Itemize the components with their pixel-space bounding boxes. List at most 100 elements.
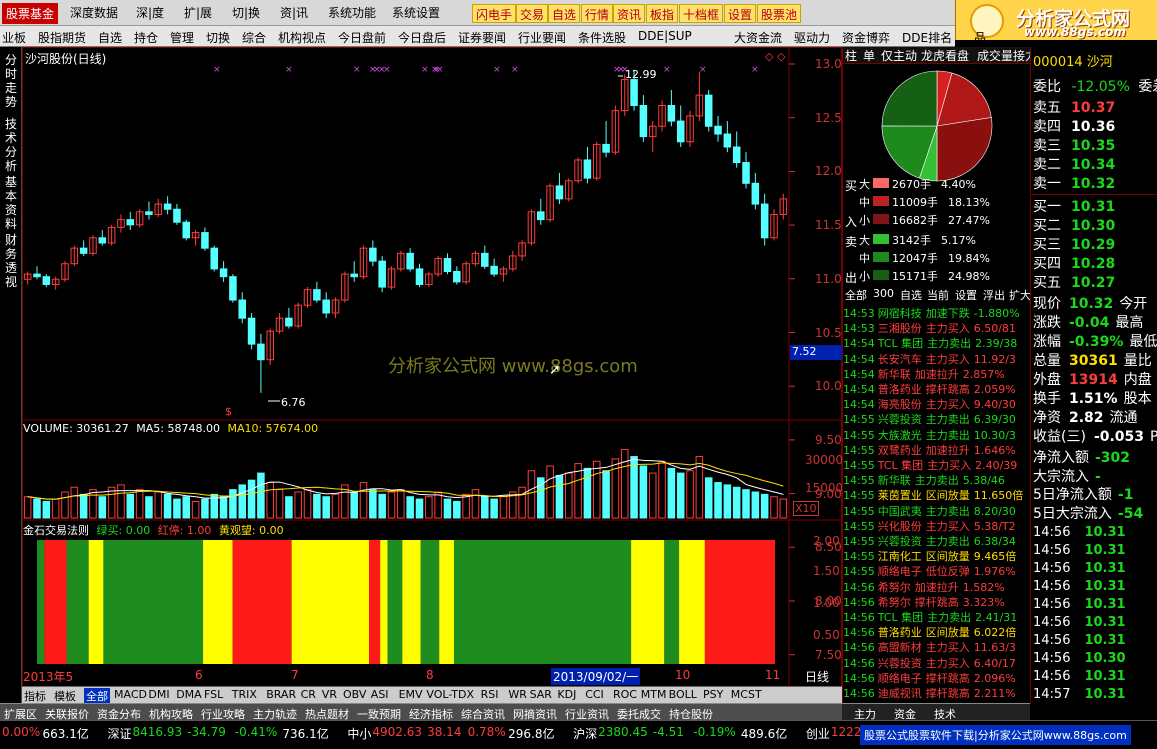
ticker-row[interactable]: 14:53 网宿科技 加速下跌 -1.880% [843, 305, 1031, 320]
ticker-row[interactable]: 14:54 长安汽车 主力买入 11.92/3 [843, 351, 1031, 366]
ticker-row[interactable]: 14:54 海亮股份 主力买入 9.40/30 [843, 396, 1031, 411]
ticker-tab-expand[interactable]: 扩大 [1009, 287, 1031, 303]
ticker-row[interactable]: 14:54 新华联 加速拉升 2.857% [843, 366, 1031, 381]
indicator-tab[interactable]: MCST [731, 688, 762, 701]
toolbar-item[interactable]: 机构视点 [278, 29, 326, 46]
toolbar-item[interactable]: 自选 [98, 29, 122, 46]
tab-bar[interactable]: 柱 [845, 47, 857, 63]
indicator-tab[interactable]: OBV [343, 688, 366, 701]
indicator-tab[interactable]: 指标 [24, 688, 46, 704]
ticker-row[interactable]: 14:55 TCL 集团 主力买入 2.40/39 [843, 457, 1031, 472]
ticker-row[interactable]: 14:56 希努尔 撑杆跳高 3.323% [843, 594, 1031, 609]
ticker-row[interactable]: 14:55 兴蓉投资 主力卖出 6.39/30 [843, 411, 1031, 426]
toolbar-item[interactable]: 证券要闻 [458, 29, 506, 46]
menu-depth-data[interactable]: 深度数据 [70, 4, 118, 21]
indicator-tab[interactable]: DMI [148, 688, 169, 701]
buy-level-row[interactable]: 买二 10.30 [1033, 215, 1115, 234]
ticker-tab-current[interactable]: 当前 [927, 287, 949, 303]
sell-level-row[interactable]: 卖四 10.36 [1033, 116, 1115, 135]
ticker-row[interactable]: 14:55 顺络电子 低位反弹 1.976% [843, 563, 1031, 578]
tab-volume-relay[interactable]: 成交量接力 [977, 47, 1031, 63]
tab-financials[interactable]: 财务透视 [3, 233, 19, 289]
ticker-row[interactable]: 14:55 新华联 主力卖出 5.38/46 [843, 472, 1031, 487]
kline-chart-area[interactable]: × × × × × × × × × × × × × × × × × × × 沙河股份(日线) ◇ ◇ 13.00 12… [22, 47, 849, 715]
settings-button[interactable]: 设置 [724, 4, 757, 23]
indicator-tab[interactable]: ASI [371, 688, 389, 701]
chart-window-controls-icon[interactable]: ◇ ◇ [765, 50, 785, 63]
ticker-row[interactable]: 14:56 顺络电子 撑杆跳高 2.096% [843, 670, 1031, 685]
indicator-tab[interactable]: DMA [176, 688, 202, 701]
toolbar-item[interactable]: 业板 [2, 29, 26, 46]
ticker-tab-watchlist[interactable]: 自选 [900, 287, 922, 303]
trade-button[interactable]: 交易 [516, 4, 549, 23]
indicator-tab[interactable]: RSI [481, 688, 499, 701]
indicator-tab[interactable]: 模板 [54, 688, 76, 704]
menu-system-settings[interactable]: 系统设置 [392, 4, 440, 21]
toolbar-item[interactable]: 资金博弈 [842, 29, 890, 46]
ticker-tab-float[interactable]: 浮出 [983, 287, 1005, 303]
quote-button[interactable]: 行情 [581, 4, 614, 23]
tab-technical[interactable]: 技术分析 [3, 117, 19, 173]
ticker-row[interactable]: 14:55 莱茵置业 区间放量 11.650倍 [843, 487, 1031, 502]
toolbar-item[interactable]: DDE|SUP [638, 29, 692, 43]
tab-fundamentals[interactable]: 基本资料 [3, 175, 19, 231]
toolbar-item[interactable]: DDE排名 [902, 29, 952, 46]
indicator-tab[interactable]: WR [508, 688, 527, 701]
index-board-button[interactable]: 板指 [646, 4, 679, 23]
indicator-tab[interactable]: BOLL [669, 688, 697, 701]
indicator-tab[interactable]: FSL [204, 688, 223, 701]
sell-level-row[interactable]: 卖一 10.32 [1033, 173, 1115, 192]
news-button[interactable]: 资讯 [613, 4, 646, 23]
toolbar-item[interactable]: 条件选股 [578, 29, 626, 46]
menu-switch[interactable]: 切|换 [232, 4, 260, 21]
sell-level-row[interactable]: 卖二 10.34 [1033, 154, 1115, 173]
ticker-tab-settings[interactable]: 设置 [955, 287, 977, 303]
indicator-tab[interactable]: BRAR [266, 688, 296, 701]
menu-extend[interactable]: 扩|展 [184, 4, 212, 21]
ticker-row[interactable]: 14:56 普洛药业 区间放量 6.022倍 [843, 624, 1031, 639]
menu-depth[interactable]: 深|度 [136, 4, 164, 21]
ticker-row[interactable]: 14:56 TCL 集团 主力卖出 2.41/31 [843, 609, 1031, 624]
sell-level-row[interactable]: 卖五 10.37 [1033, 97, 1115, 116]
buy-level-row[interactable]: 买三 10.29 [1033, 234, 1115, 253]
ticker-row[interactable]: 14:56 兴蓉投资 主力买入 6.40/17 [843, 655, 1031, 670]
brand-menu[interactable]: 股票基金 [2, 3, 59, 24]
ticker-row[interactable]: 14:55 大族激光 主力卖出 10.30/3 [843, 427, 1031, 442]
menu-system-function[interactable]: 系统功能 [328, 4, 376, 21]
ticker-row[interactable]: 14:55 江南化工 区间放量 9.465倍 [843, 548, 1031, 563]
ticker-row[interactable]: 14:55 双鹭药业 加速拉升 1.646% [843, 442, 1031, 457]
indicator-tab[interactable]: TRIX [232, 688, 257, 701]
watchlist-button[interactable]: 自选 [548, 4, 581, 23]
tab-dragon-tiger[interactable]: 龙虎看盘 [921, 47, 969, 63]
ticker-row[interactable]: 14:55 中国武夷 主力卖出 8.20/30 [843, 503, 1031, 518]
tab-active-only[interactable]: 仅主动 [881, 47, 917, 63]
period-label[interactable]: 日线 [805, 668, 829, 685]
indicator-tab[interactable]: EMV [399, 688, 423, 701]
ticker-tab-all[interactable]: 全部 [845, 287, 867, 303]
tab-single[interactable]: 单 [863, 47, 875, 63]
ticker-row[interactable]: 14:55 兴蓉投资 主力卖出 6.38/34 [843, 533, 1031, 548]
ticker-row[interactable]: 14:54 普洛药业 撑杆跳高 2.059% [843, 381, 1031, 396]
toolbar-item[interactable]: 股指期货 [38, 29, 86, 46]
indicator-tab[interactable]: MTM [641, 688, 667, 701]
tab-intraday[interactable]: 分时走势 [3, 53, 19, 109]
toolbar-item[interactable]: 今日盘后 [398, 29, 446, 46]
toolbar-item[interactable]: 持仓 [134, 29, 158, 46]
indicator-tab[interactable]: PSY [703, 688, 723, 701]
sell-level-row[interactable]: 卖三 10.35 [1033, 135, 1115, 154]
ticker-row[interactable]: 14:56 高盟新材 主力买入 11.63/3 [843, 639, 1031, 654]
buy-level-row[interactable]: 买四 10.28 [1033, 253, 1115, 272]
toolbar-item[interactable]: 管理 [170, 29, 194, 46]
toolbar-item[interactable]: 大资金流 [734, 29, 782, 46]
indicator-tab[interactable]: 全部 [84, 688, 110, 704]
stock-pool-button[interactable]: 股票池 [757, 4, 802, 23]
download-banner[interactable]: 股票公式股票软件下载|分析家公式网www.88gs.com [860, 725, 1131, 745]
indicator-tab[interactable]: SAR [530, 688, 552, 701]
indicator-tab[interactable]: MACD [114, 688, 147, 701]
toolbar-item[interactable]: 驱动力 [794, 29, 830, 46]
indicator-tab[interactable]: CR [301, 688, 316, 701]
buy-level-row[interactable]: 买一 10.31 [1033, 196, 1115, 215]
menu-news[interactable]: 资|讯 [280, 4, 308, 21]
indicator-tab[interactable]: VOL-TDX [426, 688, 474, 701]
toolbar-item[interactable]: 今日盘前 [338, 29, 386, 46]
